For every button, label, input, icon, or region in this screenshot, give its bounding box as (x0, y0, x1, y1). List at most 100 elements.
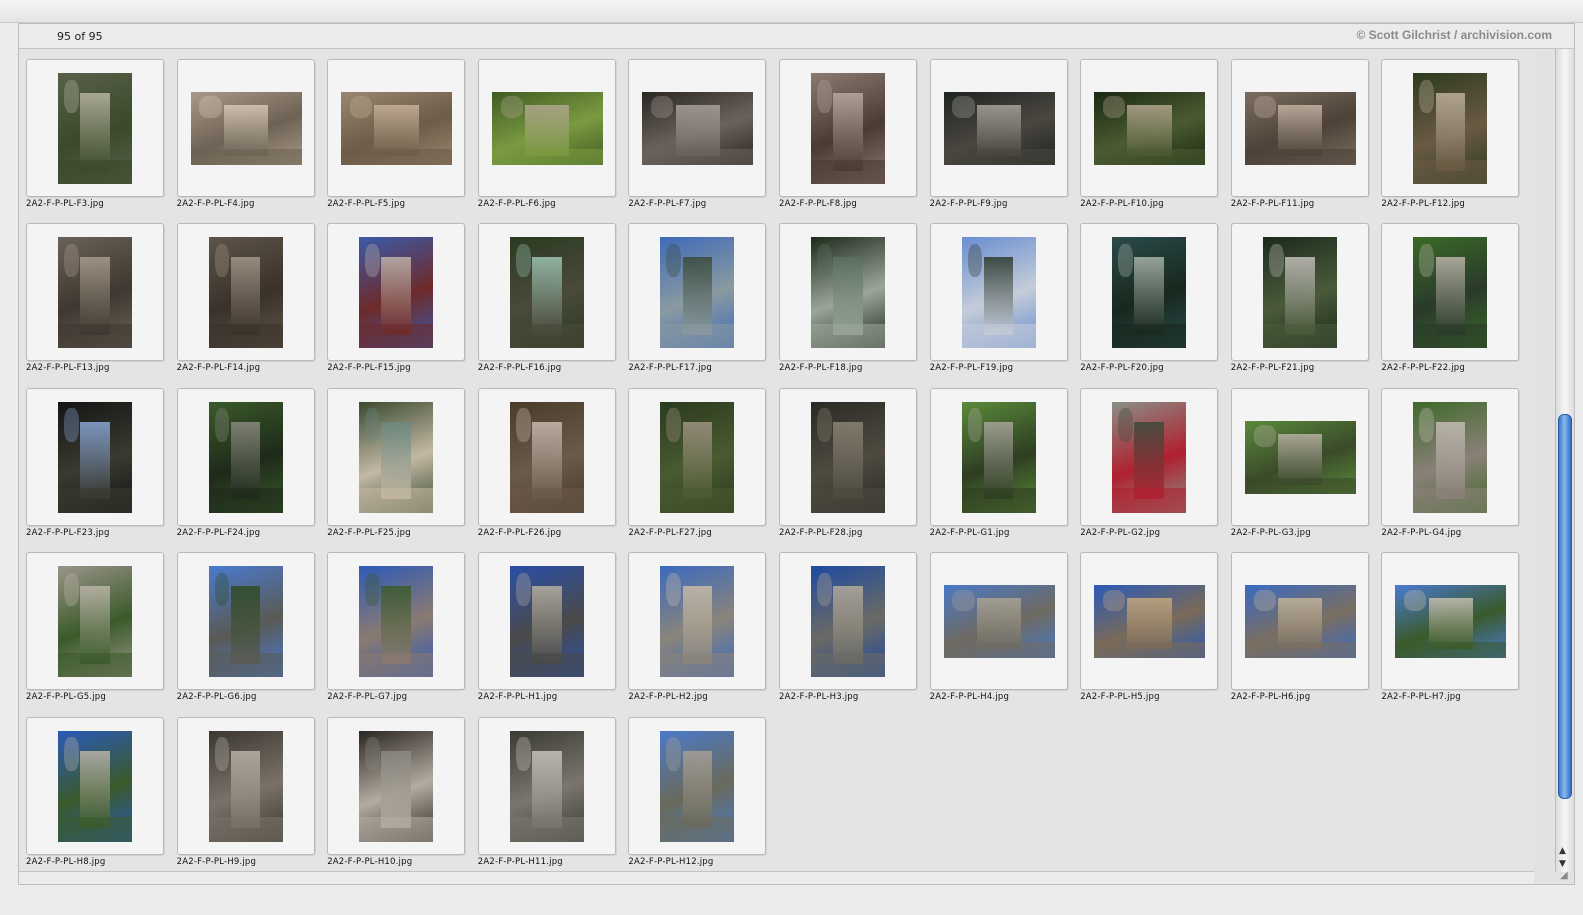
thumbnail-item[interactable]: 2A2-F-P-PL-F15.jpg (320, 217, 470, 381)
thumbnail-image[interactable] (1413, 401, 1488, 513)
thumbnail-item[interactable]: 2A2-F-P-PL-F9.jpg (923, 53, 1073, 217)
thumbnail-image[interactable] (359, 401, 434, 513)
thumbnail-frame[interactable] (779, 223, 917, 362)
thumbnail-frame[interactable] (327, 716, 466, 855)
thumbnail-frame[interactable] (1381, 387, 1520, 526)
thumbnail-item[interactable]: 2A2-F-P-PL-F18.jpg (772, 217, 922, 381)
scroll-up-arrow-icon[interactable]: ▲ (1559, 846, 1566, 856)
thumbnail-item[interactable]: 2A2-F-P-PL-F28.jpg (772, 382, 922, 546)
thumbnail-image[interactable] (1112, 401, 1187, 513)
thumbnail-frame[interactable] (176, 223, 315, 362)
thumbnail-item[interactable]: 2A2-F-P-PL-H10.jpg (320, 711, 470, 872)
thumbnail-item[interactable]: 2A2-F-P-PL-F11.jpg (1224, 53, 1374, 217)
thumbnail-image[interactable] (491, 92, 603, 165)
thumbnail-frame[interactable] (628, 552, 767, 691)
thumbnail-item[interactable]: 2A2-F-P-PL-F23.jpg (19, 382, 169, 546)
thumbnail-item[interactable]: 2A2-F-P-PL-F13.jpg (19, 217, 169, 381)
scrollbar-thumb[interactable] (1558, 413, 1572, 799)
thumbnail-image[interactable] (509, 401, 584, 513)
thumbnail-frame[interactable] (1230, 387, 1369, 526)
thumbnail-item[interactable]: 2A2-F-P-PL-F16.jpg (471, 217, 621, 381)
thumbnail-item[interactable]: 2A2-F-P-PL-H4.jpg (923, 546, 1073, 710)
thumbnail-frame[interactable] (779, 552, 917, 691)
thumbnail-item[interactable]: 2A2-F-P-PL-F25.jpg (320, 382, 470, 546)
thumbnail-frame[interactable] (26, 59, 164, 197)
horizontal-scrollbar[interactable] (19, 871, 1534, 884)
thumbnail-image[interactable] (660, 401, 735, 513)
thumbnail-frame[interactable] (176, 387, 315, 526)
thumbnail-item[interactable]: 2A2-F-P-PL-F8.jpg (772, 53, 922, 217)
thumbnail-image[interactable] (660, 730, 735, 842)
thumbnail-frame[interactable] (327, 552, 466, 691)
thumbnail-item[interactable]: 2A2-F-P-PL-F24.jpg (170, 382, 320, 546)
thumbnail-frame[interactable] (477, 716, 616, 855)
thumbnail-frame[interactable] (176, 59, 315, 197)
thumbnail-frame[interactable] (1080, 552, 1219, 691)
thumbnail-frame[interactable] (327, 387, 466, 526)
thumbnail-frame[interactable] (176, 552, 315, 691)
thumbnail-image[interactable] (1262, 237, 1337, 349)
thumbnail-image[interactable] (1112, 237, 1187, 349)
thumbnail-image[interactable] (642, 92, 754, 165)
thumbnail-image[interactable] (660, 237, 735, 349)
thumbnail-frame[interactable] (1230, 223, 1369, 362)
thumbnail-image[interactable] (208, 566, 283, 678)
thumbnail-image[interactable] (359, 566, 434, 678)
scroll-down-arrow-icon[interactable]: ▼ (1559, 859, 1566, 869)
thumbnail-image[interactable] (1244, 585, 1356, 659)
thumbnail-item[interactable]: 2A2-F-P-PL-H3.jpg (772, 546, 922, 710)
thumbnail-image[interactable] (341, 92, 453, 165)
thumbnail-image[interactable] (208, 237, 283, 349)
resize-grip-icon[interactable]: ◢ (1560, 870, 1572, 882)
thumbnail-frame[interactable] (1080, 387, 1219, 526)
thumbnail-item[interactable]: 2A2-F-P-PL-F17.jpg (621, 217, 771, 381)
thumbnail-frame[interactable] (779, 59, 917, 197)
thumbnail-frame[interactable] (1080, 223, 1219, 362)
thumbnail-item[interactable]: 2A2-F-P-PL-G2.jpg (1073, 382, 1223, 546)
thumbnail-image[interactable] (58, 566, 132, 678)
thumbnail-frame[interactable] (26, 223, 164, 362)
thumbnail-image[interactable] (58, 730, 132, 842)
thumbnail-item[interactable]: 2A2-F-P-PL-H9.jpg (170, 711, 320, 872)
thumbnail-frame[interactable] (477, 552, 616, 691)
thumbnail-frame[interactable] (929, 387, 1068, 526)
thumbnail-item[interactable]: 2A2-F-P-PL-G3.jpg (1224, 382, 1374, 546)
thumbnail-frame[interactable] (628, 59, 767, 197)
thumbnail-image[interactable] (811, 73, 885, 184)
thumbnail-item[interactable]: 2A2-F-P-PL-F3.jpg (19, 53, 169, 217)
thumbnail-item[interactable]: 2A2-F-P-PL-F20.jpg (1073, 217, 1223, 381)
thumbnail-image[interactable] (58, 237, 132, 349)
thumbnail-item[interactable]: 2A2-F-P-PL-H2.jpg (621, 546, 771, 710)
thumbnail-image[interactable] (58, 73, 132, 184)
thumbnail-item[interactable]: 2A2-F-P-PL-H8.jpg (19, 711, 169, 872)
thumbnail-item[interactable]: 2A2-F-P-PL-F22.jpg (1374, 217, 1524, 381)
thumbnail-image[interactable] (208, 401, 283, 513)
thumbnail-grid-viewport[interactable]: 2A2-F-P-PL-F3.jpg 2A2-F-P-PL-F4.jpg 2A2-F-… (19, 49, 1534, 872)
thumbnail-item[interactable]: 2A2-F-P-PL-G6.jpg (170, 546, 320, 710)
thumbnail-frame[interactable] (628, 716, 767, 855)
thumbnail-image[interactable] (811, 566, 885, 678)
thumbnail-image[interactable] (359, 730, 434, 842)
thumbnail-image[interactable] (359, 237, 434, 349)
thumbnail-item[interactable]: 2A2-F-P-PL-H12.jpg (621, 711, 771, 872)
thumbnail-item[interactable]: 2A2-F-P-PL-F10.jpg (1073, 53, 1223, 217)
thumbnail-image[interactable] (811, 237, 885, 349)
thumbnail-frame[interactable] (327, 223, 466, 362)
thumbnail-frame[interactable] (26, 552, 164, 691)
thumbnail-frame[interactable] (1381, 552, 1520, 691)
thumbnail-item[interactable]: 2A2-F-P-PL-F19.jpg (923, 217, 1073, 381)
thumbnail-frame[interactable] (477, 223, 616, 362)
thumbnail-item[interactable]: 2A2-F-P-PL-F21.jpg (1224, 217, 1374, 381)
thumbnail-item[interactable]: 2A2-F-P-PL-G4.jpg (1374, 382, 1524, 546)
thumbnail-image[interactable] (1395, 585, 1507, 659)
thumbnail-item[interactable]: 2A2-F-P-PL-F6.jpg (471, 53, 621, 217)
thumbnail-item[interactable]: 2A2-F-P-PL-H11.jpg (471, 711, 621, 872)
thumbnail-item[interactable]: 2A2-F-P-PL-H5.jpg (1073, 546, 1223, 710)
thumbnail-item[interactable]: 2A2-F-P-PL-H6.jpg (1224, 546, 1374, 710)
thumbnail-item[interactable]: 2A2-F-P-PL-G1.jpg (923, 382, 1073, 546)
thumbnail-image[interactable] (1413, 237, 1488, 349)
thumbnail-image[interactable] (660, 566, 735, 678)
thumbnail-image[interactable] (943, 585, 1055, 659)
thumbnail-image[interactable] (190, 92, 302, 165)
thumbnail-frame[interactable] (477, 387, 616, 526)
